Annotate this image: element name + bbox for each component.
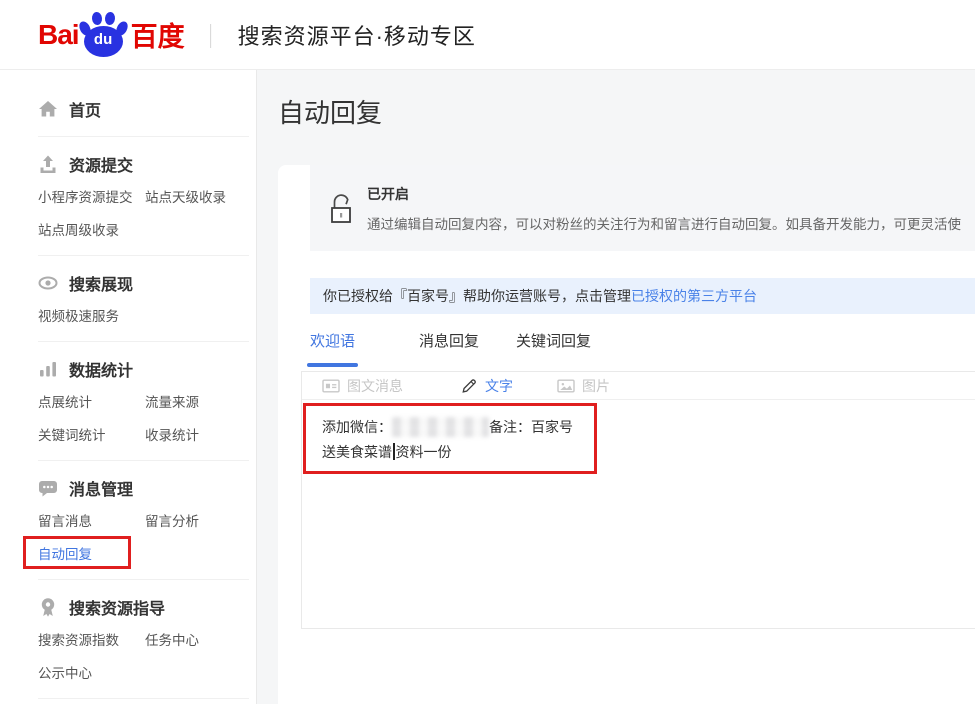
tool-label: 文字	[485, 376, 513, 396]
gift-text-before-caret: 送美食菜谱	[322, 444, 392, 460]
tab-keyword-reply[interactable]: 关键词回复	[516, 330, 591, 367]
sidebar-link-message-board[interactable]: 留言消息	[38, 513, 145, 531]
baidu-logo[interactable]: Bai du 百度	[38, 12, 185, 58]
image-button[interactable]: 图片	[557, 376, 610, 396]
tab-welcome-message[interactable]: 欢迎语	[310, 330, 355, 367]
sidebar-link-site-weekly-index[interactable]: 站点周级收录	[38, 222, 145, 240]
sidebar-link-site-daily-index[interactable]: 站点天级收录	[145, 189, 226, 207]
tab-label: 消息回复	[419, 333, 479, 350]
brand-separator: ｜	[199, 17, 223, 52]
medal-icon	[38, 597, 58, 617]
annotation-box-content: 添加微信： 备注：百家号 送美食菜谱资料一份	[303, 403, 597, 474]
tab-message-reply[interactable]: 消息回复	[419, 330, 479, 367]
sidebar-item-search-display[interactable]: 搜索展现	[0, 271, 256, 295]
sidebar-link-video-fast-service[interactable]: 视频极速服务	[38, 308, 145, 326]
reply-tabs: 欢迎语 消息回复 关键词回复	[310, 330, 975, 367]
editor-line-2: 送美食菜谱资料一份	[322, 440, 594, 465]
sidebar-item-label: 数据统计	[69, 357, 133, 381]
logo-du-text: du	[80, 31, 127, 48]
pencil-icon	[461, 377, 478, 394]
sidebar-item-label: 搜索展现	[69, 271, 133, 295]
authorization-bar: 你已授权给『百家号』帮助你运营账号，点击管理已授权的第三方平台	[310, 278, 975, 314]
top-header: Bai du 百度 ｜ 搜索资源平台·移动专区	[0, 0, 975, 70]
sidebar-item-label: 搜索资源指导	[69, 595, 165, 619]
sidebar-item-resource-submit[interactable]: 资源提交	[0, 152, 256, 176]
status-title: 已开启	[367, 184, 961, 204]
auto-reply-card: 已开启 通过编辑自动回复内容，可以对粉丝的关注行为和留言进行自动回复。如具备开发…	[278, 165, 975, 704]
main-content: 自动回复 已开启 通过编辑自动回复内容，可以对粉丝的关注行为和留言进行自动回复。…	[257, 70, 975, 704]
brand-title: 搜索资源平台·移动专区	[238, 19, 476, 51]
tab-label: 关键词回复	[516, 333, 591, 350]
censored-wechat-id	[392, 417, 489, 437]
sidebar-divider	[38, 460, 249, 461]
sidebar-item-data-stats[interactable]: 数据统计	[0, 357, 256, 381]
sidebar-item-label: 首页	[69, 97, 101, 121]
chart-icon	[38, 359, 58, 379]
remark-text: 备注：百家号	[489, 419, 573, 435]
editor-text-area[interactable]: 添加微信： 备注：百家号 送美食菜谱资料一份	[302, 400, 975, 628]
sidebar-divider	[38, 136, 249, 137]
sidebar-link-auto-reply-active[interactable]: 自动回复	[38, 547, 92, 562]
sidebar-link-traffic-source[interactable]: 流量来源	[145, 394, 199, 412]
reply-editor: 图文消息 文字	[301, 371, 975, 629]
authorized-platforms-link[interactable]: 已授权的第三方平台	[631, 288, 757, 304]
sidebar-link-keyword-stats[interactable]: 关键词统计	[38, 427, 145, 445]
status-description: 通过编辑自动回复内容，可以对粉丝的关注行为和留言进行自动回复。如具备开发能力，可…	[367, 213, 961, 233]
sidebar-divider	[38, 698, 249, 699]
sidebar-item-label: 消息管理	[69, 476, 133, 500]
rich-message-icon	[322, 378, 340, 394]
sidebar-link-index-stats[interactable]: 收录统计	[145, 427, 199, 445]
home-icon	[38, 99, 58, 119]
baidu-paw-icon: du	[80, 12, 127, 58]
eye-icon	[38, 273, 58, 293]
sidebar-link-public-notice-center[interactable]: 公示中心	[38, 665, 145, 683]
tool-label: 图文消息	[347, 376, 403, 396]
sidebar-divider	[38, 255, 249, 256]
sidebar-item-label: 资源提交	[69, 152, 133, 176]
sidebar-divider	[38, 579, 249, 580]
editor-line-1: 添加微信： 备注：百家号	[322, 415, 594, 440]
rich-message-button[interactable]: 图文消息	[322, 376, 403, 396]
chat-icon	[38, 478, 58, 498]
sidebar-divider	[38, 341, 249, 342]
text-button[interactable]: 文字	[461, 376, 513, 396]
sidebar-item-home[interactable]: 首页	[0, 97, 256, 121]
wechat-prefix-text: 添加微信：	[322, 419, 392, 435]
sidebar-link-message-analysis[interactable]: 留言分析	[145, 513, 199, 531]
logo-bai-text: Bai	[38, 19, 79, 51]
open-lock-icon	[329, 191, 353, 225]
logo-cn-text: 百度	[131, 15, 185, 54]
tab-label: 欢迎语	[310, 333, 355, 350]
status-notice: 已开启 通过编辑自动回复内容，可以对粉丝的关注行为和留言进行自动回复。如具备开发…	[310, 165, 975, 251]
gift-text-after-caret: 资料一份	[396, 444, 452, 460]
sidebar-item-resource-guide[interactable]: 搜索资源指导	[0, 595, 256, 619]
authorization-text: 你已授权给『百家号』帮助你运营账号，点击管理	[323, 288, 631, 304]
upload-icon	[38, 154, 58, 174]
tool-label: 图片	[582, 376, 610, 396]
sidebar-link-task-center[interactable]: 任务中心	[145, 632, 199, 650]
sidebar-item-message-manage[interactable]: 消息管理	[0, 476, 256, 500]
sidebar-link-miniprogram-submit[interactable]: 小程序资源提交	[38, 189, 145, 207]
image-icon	[557, 378, 575, 394]
page-title: 自动回复	[278, 96, 975, 130]
editor-toolbar: 图文消息 文字	[302, 372, 975, 400]
sidebar-link-resource-index[interactable]: 搜索资源指数	[38, 632, 145, 650]
text-cursor	[393, 443, 395, 460]
sidebar-link-impression-stats[interactable]: 点展统计	[38, 394, 145, 412]
sidebar: 首页 资源提交 小程序资源提交 站点天级收录 站点周级收录 搜索展现 视	[0, 70, 257, 704]
active-tab-underline	[307, 363, 358, 367]
